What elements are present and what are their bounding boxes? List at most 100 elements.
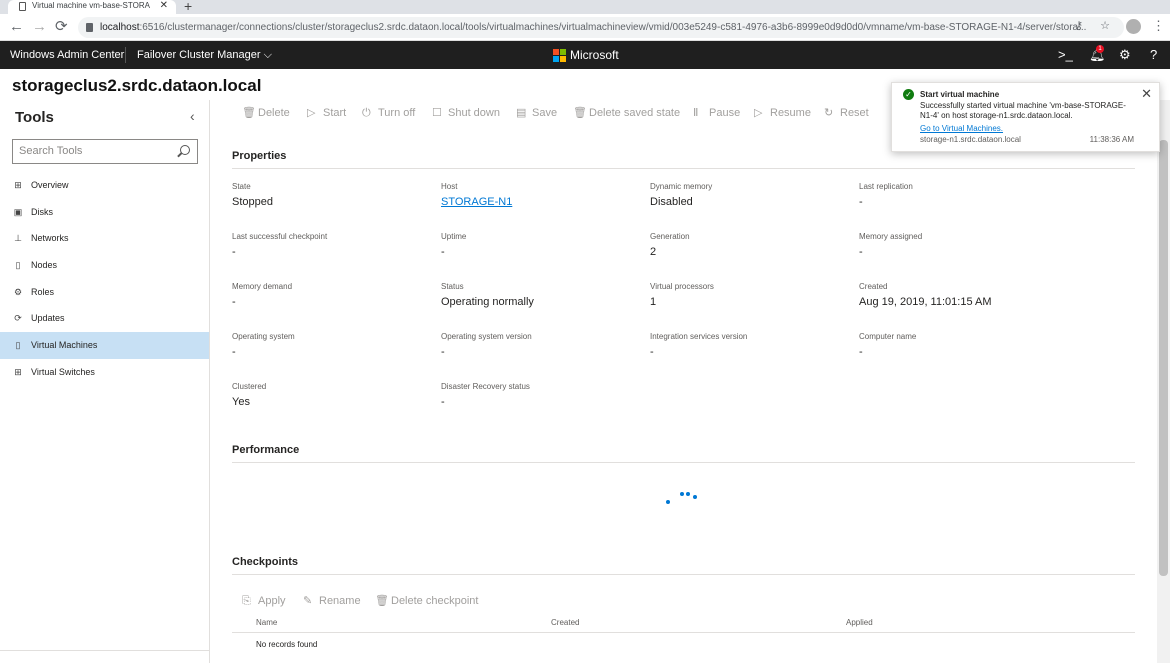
url-field[interactable]: localhost:6516/clustermanager/connection… <box>78 17 1124 38</box>
go-to-virtual-machines-link[interactable]: Go to Virtual Machines. <box>920 124 1003 133</box>
disks-icon: ▣ <box>13 206 23 217</box>
apply-checkpoint-button[interactable]: ⎘ Apply <box>242 593 286 609</box>
turn-off-button[interactable]: ⏻ Turn off <box>362 104 415 122</box>
new-tab-button[interactable]: + <box>184 0 192 14</box>
column-header-created[interactable]: Created <box>551 618 579 627</box>
toast-host: storage-n1.srdc.dataon.local <box>920 135 1021 144</box>
app-brand[interactable]: Windows Admin Center <box>10 49 124 61</box>
toast-message: Successfully started virtual machine 'vm… <box>920 101 1126 120</box>
host-link[interactable]: STORAGE-N1 <box>441 196 641 208</box>
sidebar-settings-row[interactable] <box>0 650 209 663</box>
property-label: Dynamic memory <box>650 182 713 191</box>
property-label: Memory assigned <box>859 232 923 241</box>
property-value: - <box>441 246 445 258</box>
column-header-name[interactable]: Name <box>256 618 277 627</box>
delete-checkpoint-button[interactable]: 🗑︎ Delete checkpoint <box>375 593 478 609</box>
section-divider <box>232 462 1135 463</box>
sidebar-item-label: Virtual Switches <box>31 366 95 377</box>
settings-gear-icon[interactable]: ⚙ <box>1119 47 1131 63</box>
collapse-sidebar-icon[interactable]: ‹ <box>190 108 195 124</box>
back-arrow-icon[interactable]: ← <box>9 18 24 36</box>
sidebar-item-virtual-switches[interactable]: ⊞ Virtual Switches <box>0 359 209 386</box>
microsoft-logo-icon <box>553 49 566 62</box>
rename-checkpoint-button[interactable]: ✎ Rename <box>303 593 361 609</box>
shut-down-button[interactable]: ☐ Shut down <box>432 104 500 122</box>
save-button[interactable]: ▤ Save <box>516 104 557 122</box>
sidebar-item-label: Overview <box>31 180 69 190</box>
notification-toast: ✓ Start virtual machine Successfully sta… <box>891 82 1160 152</box>
trash-icon: 🗑︎ <box>242 107 256 119</box>
scrollbar-thumb[interactable] <box>1159 140 1168 576</box>
networks-icon: ⊥ <box>14 233 22 244</box>
search-tools-input[interactable]: Search Tools <box>12 139 198 164</box>
star-icon[interactable]: ☆ <box>1100 20 1110 32</box>
property-value: - <box>859 246 863 258</box>
header-divider <box>125 47 126 63</box>
reset-icon: ↻ <box>824 107 834 119</box>
property-value: Stopped <box>232 196 273 208</box>
close-tab-icon[interactable]: ✕ <box>160 0 168 12</box>
property-value: Disabled <box>650 196 693 208</box>
sidebar-item-overview[interactable]: ⊞ Overview <box>0 172 209 199</box>
pause-button[interactable]: Ⅱ Pause <box>693 104 740 122</box>
toast-timestamp: 11:38:36 AM <box>1089 135 1134 144</box>
property-value: - <box>859 196 863 208</box>
property-label: Created <box>859 282 888 291</box>
power-icon: ⏻ <box>362 107 371 119</box>
search-icon[interactable] <box>180 145 190 155</box>
reload-icon[interactable]: ⟳ <box>55 18 68 36</box>
stop-icon: ☐ <box>432 107 442 119</box>
forward-arrow-icon[interactable]: → <box>32 18 47 36</box>
delete-saved-state-button[interactable]: 🗑︎ Delete saved state <box>573 104 680 122</box>
sidebar-item-label: Networks <box>31 233 69 244</box>
sidebar-item-disks[interactable]: ▣ Disks <box>0 199 209 226</box>
sidebar-item-updates[interactable]: ⟳ Updates <box>0 305 209 332</box>
property-disaster-recovery-status: Disaster Recovery status - <box>441 382 641 408</box>
delete-button[interactable]: 🗑︎ Delete <box>242 104 290 122</box>
start-button[interactable]: ▷ Start <box>307 104 346 122</box>
property-value: - <box>232 346 236 358</box>
property-last-replication: Last replication - <box>859 182 1059 208</box>
sidebar-item-label: Virtual Machines <box>31 340 98 351</box>
property-label: Clustered <box>232 382 267 391</box>
updates-icon: ⟳ <box>14 313 22 324</box>
profile-avatar[interactable] <box>1126 19 1141 34</box>
sidebar-item-label: Roles <box>31 286 55 297</box>
key-icon[interactable]: ⚷ <box>1075 20 1083 32</box>
pause-icon: Ⅱ <box>693 107 699 119</box>
page-title: storageclus2.srdc.dataon.local <box>12 76 262 95</box>
property-label: Computer name <box>859 332 917 341</box>
property-label: Uptime <box>441 232 467 241</box>
sidebar-item-networks[interactable]: ⊥ Networks <box>0 225 209 252</box>
solution-switcher[interactable]: Failover Cluster Manager ⌵ <box>137 49 272 62</box>
microsoft-label: Microsoft <box>570 48 619 62</box>
property-value: 1 <box>650 296 657 308</box>
tools-heading: Tools <box>15 109 54 126</box>
property-label: Operating system <box>232 332 295 341</box>
section-divider <box>232 168 1135 169</box>
reset-button[interactable]: ↻ Reset <box>824 104 869 122</box>
success-check-icon: ✓ <box>903 89 914 100</box>
browser-tab[interactable]: Virtual machine vm-base-STORA ✕ <box>8 0 176 14</box>
property-label: Integration services version <box>650 332 748 341</box>
property-label: Last successful checkpoint <box>232 232 328 241</box>
sidebar-item-roles[interactable]: ⚙ Roles <box>0 279 209 306</box>
property-value: Aug 19, 2019, 11:01:15 AM <box>859 296 992 308</box>
close-icon[interactable]: ✕ <box>1141 86 1152 102</box>
resume-button[interactable]: ▷ Resume <box>754 104 811 122</box>
save-icon: ▤ <box>516 107 527 119</box>
site-info-icon[interactable] <box>86 23 93 32</box>
powershell-icon[interactable]: >_ <box>1058 47 1073 62</box>
help-icon[interactable]: ? <box>1150 47 1157 62</box>
property-dynamic-memory: Dynamic memory Disabled <box>650 182 850 208</box>
search-placeholder: Search Tools <box>19 145 83 157</box>
column-header-applied[interactable]: Applied <box>846 618 873 627</box>
tools-sidebar: Tools ‹ Search Tools ⊞ Overview ▣ Disks ⊥ Net… <box>0 100 210 663</box>
browser-menu-icon[interactable]: ⋮ <box>1152 18 1165 34</box>
address-bar: ← → ⟳ localhost:6516/clustermanager/conn… <box>0 14 1170 41</box>
section-divider <box>232 574 1135 575</box>
sidebar-item-nodes[interactable]: ▯ Nodes <box>0 252 209 279</box>
property-operating-system: Operating system - <box>232 332 432 358</box>
sidebar-item-label: Disks <box>31 206 53 217</box>
sidebar-item-virtual-machines[interactable]: ▯ Virtual Machines <box>0 332 209 359</box>
